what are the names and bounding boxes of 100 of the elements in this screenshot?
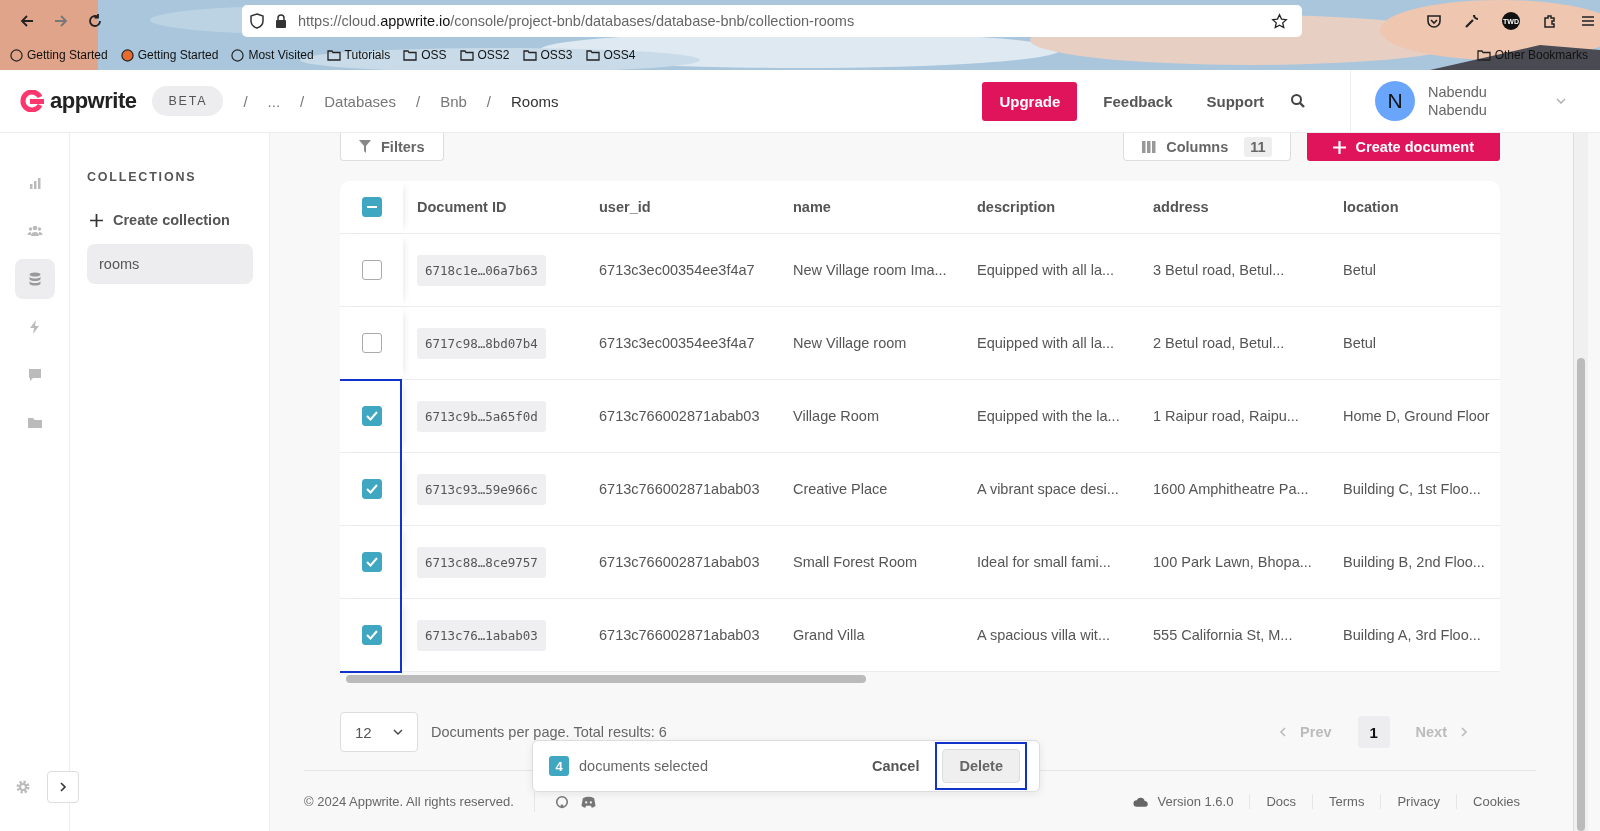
upgrade-button[interactable]: Upgrade	[982, 81, 1078, 121]
select-all-checkbox[interactable]	[361, 197, 382, 217]
scrollbar-thumb[interactable]	[346, 675, 866, 683]
row-checkbox[interactable]	[361, 260, 382, 280]
chevron-left-icon	[1279, 727, 1287, 737]
breadcrumb-link[interactable]: Bnb	[440, 92, 467, 110]
address-bar[interactable]: https://cloud.appwrite.io/console/project-bnb/databases/database-bnb/collection-rooms	[242, 5, 1302, 37]
row-checkbox[interactable]	[361, 333, 382, 353]
url-text: https://cloud.appwrite.io/console/project-bnb/databases/database-bnb/collection-rooms	[298, 13, 856, 29]
footer-link[interactable]: Docs	[1249, 794, 1312, 809]
document-id[interactable]: 6713c76…1abab03	[417, 620, 546, 651]
chevron-down-icon[interactable]	[1556, 98, 1566, 104]
row-checkbox[interactable]	[361, 625, 382, 645]
logo-icon	[20, 90, 44, 112]
page-button[interactable]: 1	[1357, 716, 1390, 748]
check-icon	[365, 484, 378, 494]
expand-button[interactable]	[46, 771, 79, 803]
bookmark-link[interactable]: OSS	[403, 48, 447, 62]
github-icon[interactable]	[554, 794, 569, 809]
table-cell-text: Grand Villa	[792, 627, 866, 643]
folder-icon	[1476, 49, 1491, 61]
folder-icon	[403, 49, 418, 61]
check-icon	[365, 557, 378, 567]
bookmark-link[interactable]: Most Visited	[231, 48, 314, 62]
column-header[interactable]: user_id	[585, 199, 779, 215]
columns-icon	[1142, 140, 1157, 153]
column-header[interactable]: address	[1139, 199, 1329, 215]
menu-icon[interactable]	[1580, 13, 1596, 29]
folder-icon	[585, 49, 600, 61]
columns-button[interactable]: Columns 11	[1123, 133, 1291, 161]
filter-icon	[359, 140, 371, 153]
pocket-icon[interactable]	[1426, 13, 1442, 29]
table-cell-text: New Village room	[792, 335, 908, 351]
column-header[interactable]: name	[779, 199, 963, 215]
header-link[interactable]: Support	[1198, 84, 1272, 118]
table-cell-text: A vibrant space desi...	[976, 481, 1120, 497]
bookmark-link[interactable]: Tutorials	[326, 48, 391, 62]
create-collection-button[interactable]: Create collection	[87, 212, 253, 228]
breadcrumb-separator: /	[486, 92, 491, 110]
footer-link[interactable]: Cookies	[1456, 794, 1536, 809]
per-page-select[interactable]: 12	[340, 712, 418, 752]
footer-link[interactable]: Privacy	[1380, 794, 1457, 809]
star-icon[interactable]	[1271, 12, 1288, 30]
document-id[interactable]: 6718c1e…06a7b63	[417, 255, 546, 286]
version-text: Version 1.6.0	[1157, 794, 1235, 809]
document-id[interactable]: 6713c93…59e966c	[417, 474, 546, 505]
settings-icon[interactable]	[14, 779, 31, 795]
row-checkbox[interactable]	[361, 552, 382, 572]
table-cell-text: Equipped with all la...	[976, 262, 1116, 278]
scrollbar-thumb[interactable]	[1577, 358, 1585, 831]
filters-button[interactable]: Filters	[340, 133, 444, 161]
discord-icon[interactable]	[580, 795, 596, 808]
chevron-right-icon	[1461, 727, 1468, 737]
database-icon[interactable]	[14, 259, 55, 299]
bookmark-link[interactable]: Getting Started	[10, 48, 108, 62]
document-id[interactable]: 6717c98…8bd07b4	[417, 328, 546, 359]
breadcrumb-link[interactable]: Rooms	[511, 92, 559, 110]
table-cell-text: 555 California St, M...	[1152, 627, 1294, 643]
chevron-down-icon	[393, 729, 403, 735]
breadcrumb-link[interactable]: ...	[267, 92, 281, 110]
user-email: Nabendu	[1428, 101, 1487, 119]
breadcrumb-separator: /	[415, 92, 421, 110]
row-checkbox[interactable]	[361, 406, 382, 426]
user-avatar[interactable]: N	[1375, 81, 1415, 121]
row-checkbox[interactable]	[361, 479, 382, 499]
bookmark-link[interactable]: Getting Started	[120, 48, 219, 62]
table-cell-text: 1 Raipur road, Raipu...	[1152, 408, 1300, 424]
cloud-icon	[1132, 796, 1148, 807]
column-header[interactable]: Document ID	[403, 199, 585, 215]
beta-badge: BETA	[152, 86, 224, 116]
column-header[interactable]: description	[963, 199, 1139, 215]
collection-item[interactable]: rooms	[87, 244, 253, 284]
user-name: Nabendu	[1428, 83, 1487, 101]
footer-link[interactable]: Terms	[1312, 794, 1381, 809]
puzzle-icon[interactable]	[1542, 13, 1558, 29]
table-cell-text: Ideal for small fami...	[976, 554, 1112, 570]
bookmark-link[interactable]: OSS2	[459, 48, 510, 62]
table-cell-text: Equipped with the la...	[976, 408, 1121, 424]
table-cell-text: 2 Betul road, Betul...	[1152, 335, 1286, 351]
globe-icon	[231, 48, 245, 62]
folder-icon	[459, 49, 474, 61]
table-cell-text: Equipped with all la...	[976, 335, 1116, 351]
bookmark-link[interactable]: OSS4	[585, 48, 636, 62]
document-id[interactable]: 6713c88…8ce9757	[417, 547, 546, 578]
bookmark-link[interactable]: OSS3	[522, 48, 573, 62]
search-icon[interactable]	[1290, 93, 1306, 109]
table-cell-text: 6713c3ec00354ee3f4a7	[598, 335, 756, 351]
cancel-button[interactable]: Cancel	[863, 750, 928, 782]
table-cell-text: Home D, Ground Floor	[1342, 408, 1491, 424]
table-cell-text: 6713c766002871abab03	[598, 481, 761, 497]
delete-button[interactable]: Delete	[942, 749, 1020, 783]
column-header[interactable]: location	[1329, 199, 1500, 215]
count-badge: 4	[549, 756, 569, 776]
table-cell-text: 6713c766002871abab03	[598, 554, 761, 570]
create-document-button[interactable]: Create document	[1306, 133, 1500, 161]
header-link[interactable]: Feedback	[1095, 84, 1181, 118]
document-id[interactable]: 6713c9b…5a65f0d	[417, 401, 546, 432]
wrench-icon[interactable]	[1464, 13, 1480, 29]
table-cell-text: A spacious villa wit...	[976, 627, 1111, 643]
breadcrumb-link[interactable]: Databases	[324, 92, 396, 110]
